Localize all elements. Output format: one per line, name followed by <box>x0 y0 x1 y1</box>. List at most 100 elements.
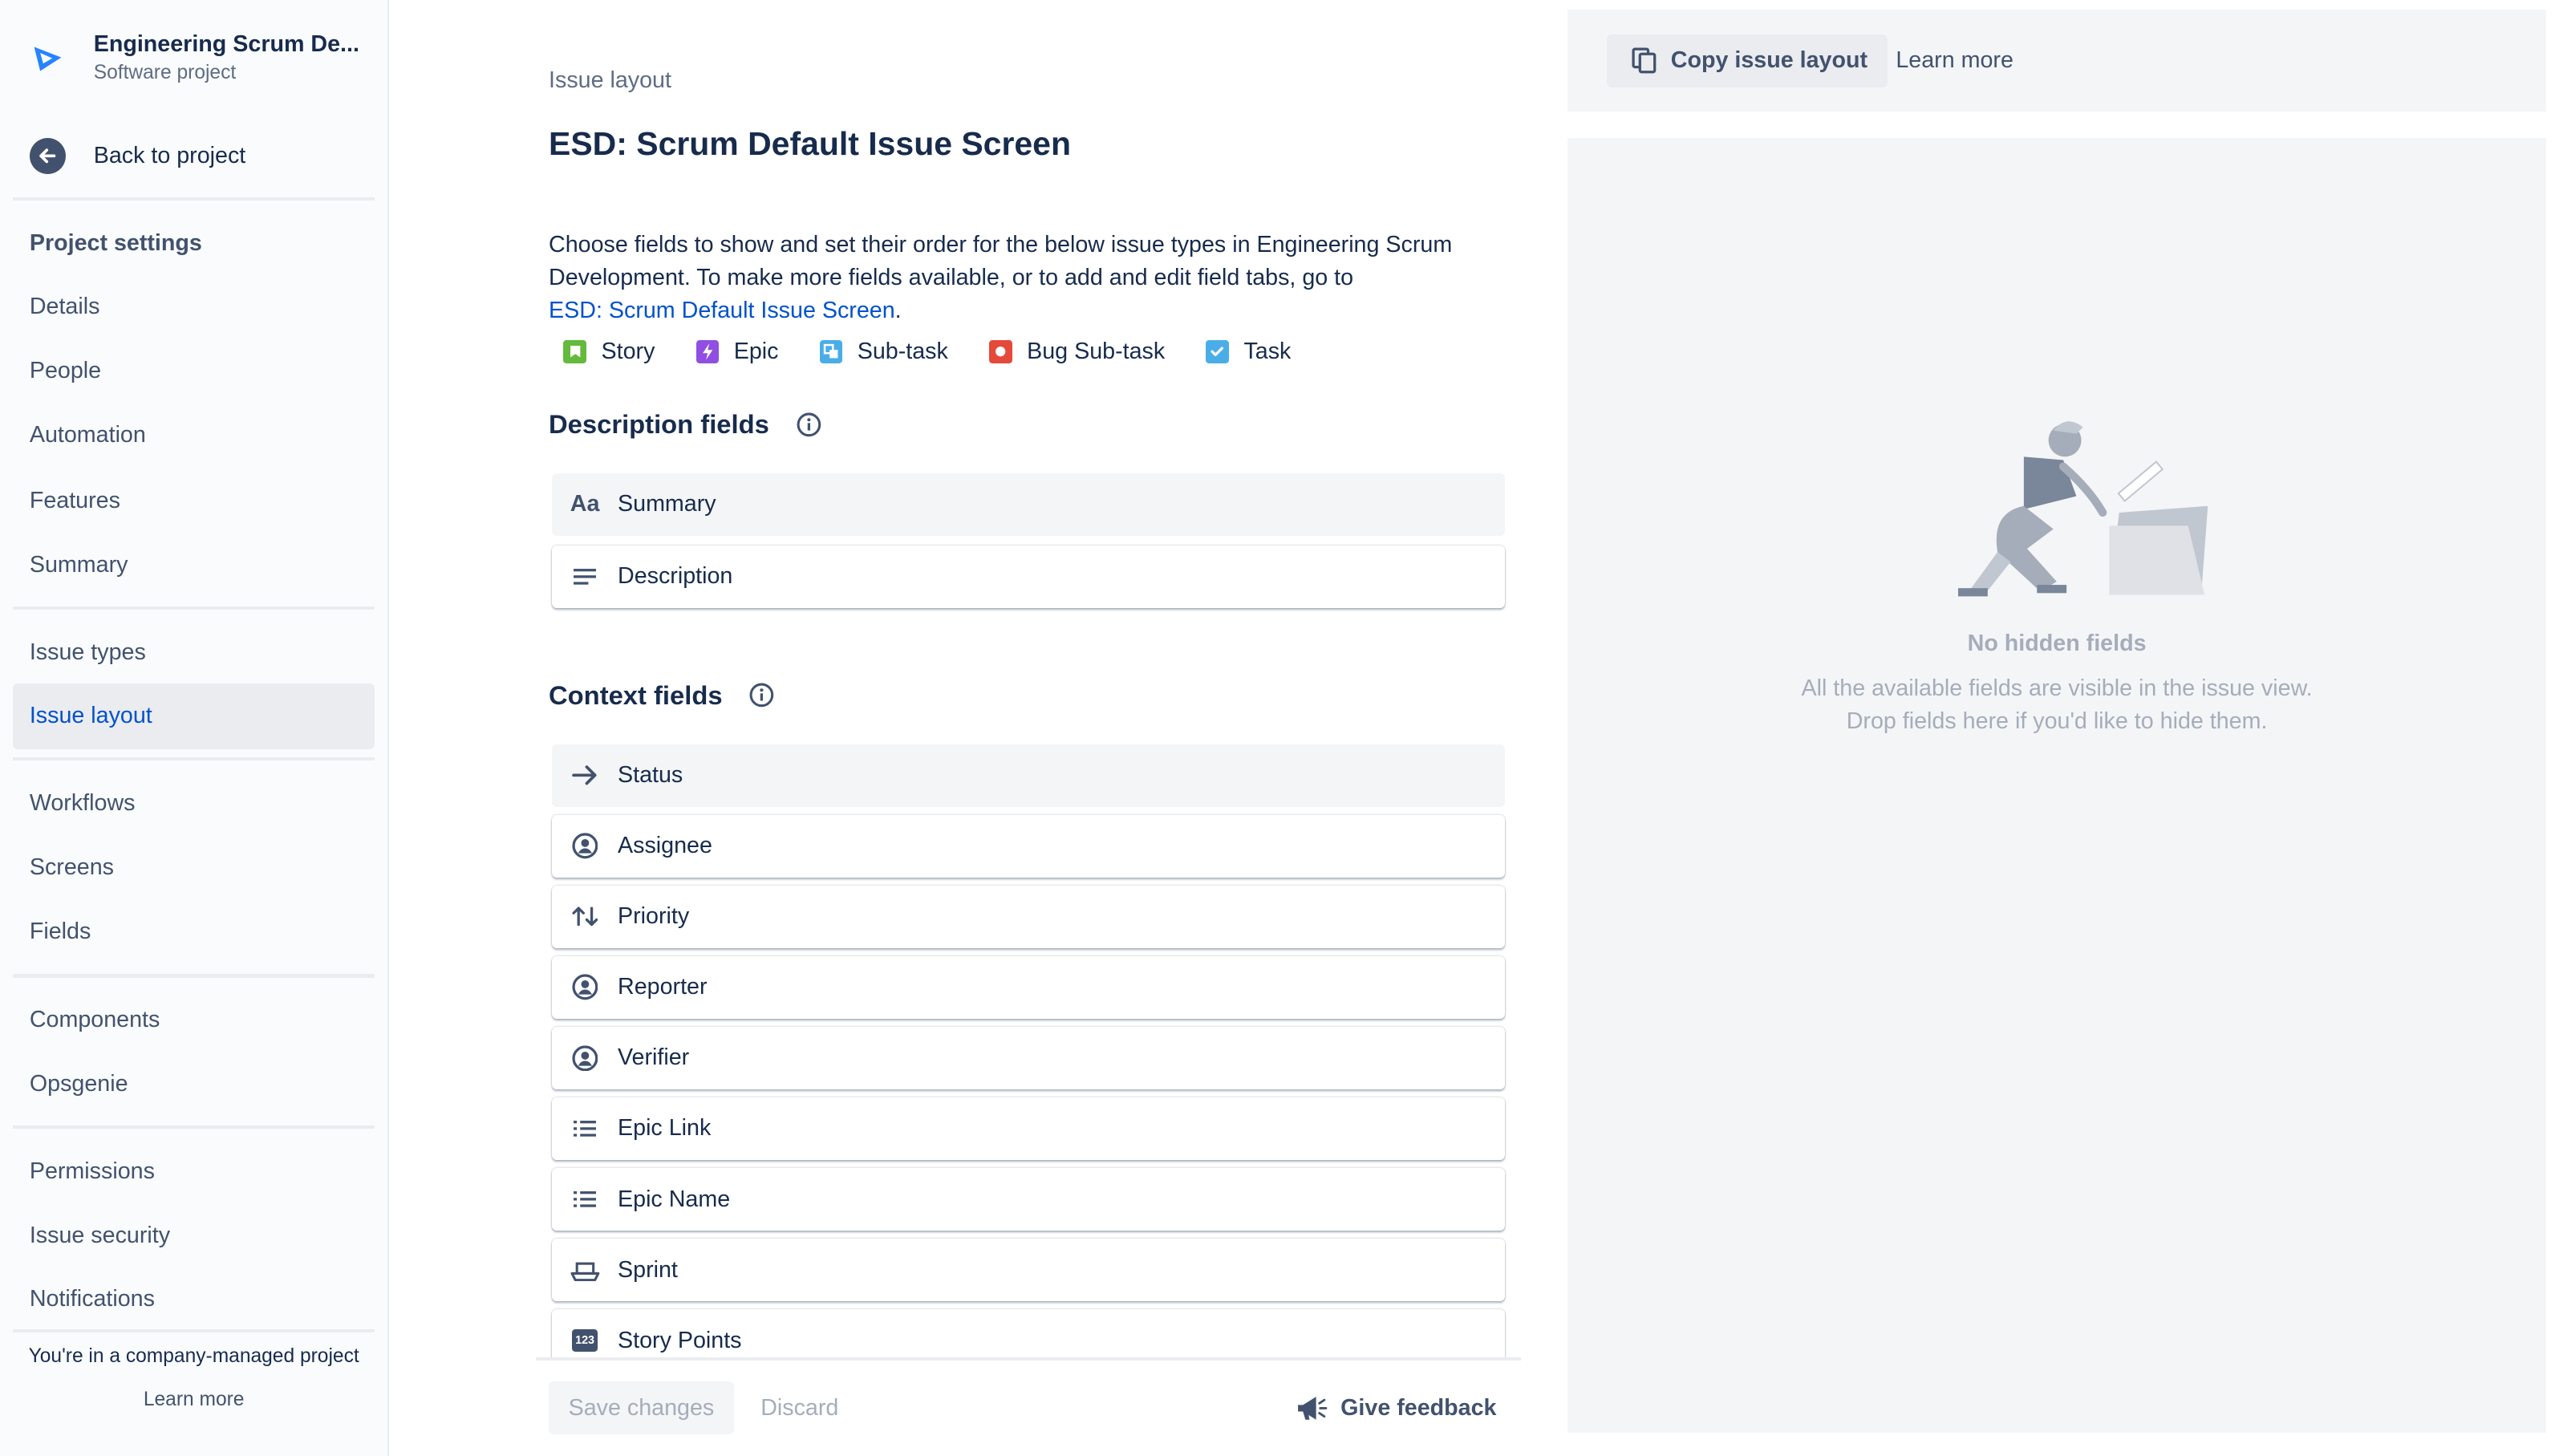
screen-link[interactable]: ESD: Scrum Default Issue Screen <box>549 298 895 323</box>
field-sprint[interactable]: Sprint <box>552 1239 1505 1301</box>
issue-type-label: Bug Sub-task <box>1027 338 1166 364</box>
field-label: Summary <box>618 491 716 517</box>
sidebar-divider <box>13 1328 375 1332</box>
project-type: Software project <box>93 61 237 83</box>
copy-issue-layout-button[interactable]: Copy issue layout <box>1606 34 1888 87</box>
field-summary[interactable]: Aa Summary <box>552 472 1505 536</box>
save-changes-button[interactable]: Save changes <box>549 1381 734 1434</box>
sidebar-item-fields[interactable]: Fields <box>13 898 375 964</box>
description-fields-heading: Description fields <box>549 409 821 440</box>
field-label: Story Points <box>618 1327 742 1353</box>
field-assignee[interactable]: Assignee <box>552 814 1505 878</box>
list-icon <box>570 1114 600 1144</box>
back-label: Back to project <box>93 143 246 169</box>
empty-state-line: Drop fields here if you'd like to hide t… <box>1846 708 2268 734</box>
field-label: Description <box>618 563 733 590</box>
sprint-icon <box>570 1255 600 1285</box>
sidebar-item-issue-types[interactable]: Issue types <box>13 619 375 685</box>
sidebar-item-screens[interactable]: Screens <box>13 834 375 900</box>
sidebar-divider <box>13 757 375 761</box>
empty-state-line: All the available fields are visible in … <box>1801 675 2313 701</box>
field-label: Priority <box>618 903 690 930</box>
sidebar-item-people[interactable]: People <box>13 339 375 404</box>
context-field-list[interactable]: Status Assignee Priority Reporter Verifi… <box>549 740 1535 1357</box>
issue-type-epic: Epic <box>681 339 778 365</box>
discard-button[interactable]: Discard <box>760 1381 838 1434</box>
learn-more-link[interactable]: Learn more <box>1896 34 2013 87</box>
arrow-right-icon <box>570 760 600 790</box>
person-icon <box>570 831 600 861</box>
field-epic-name[interactable]: Epic Name <box>552 1168 1505 1231</box>
sidebar-divider <box>13 1125 375 1129</box>
copy-icon <box>1632 47 1656 74</box>
back-to-project-link[interactable]: Back to project <box>29 135 246 177</box>
sidebar-item-automation[interactable]: Automation <box>13 403 375 468</box>
issue-type-label: Sub-task <box>857 338 948 364</box>
subtask-icon <box>819 340 843 363</box>
issue-type-label: Epic <box>733 338 779 364</box>
sidebar-item-components[interactable]: Components <box>13 988 375 1053</box>
field-status[interactable]: Status <box>552 744 1505 807</box>
issue-type-list: Story Epic Sub-task Bug Sub-task Task <box>549 339 1317 365</box>
sidebar-divider <box>13 606 375 610</box>
sidebar-item-notifications[interactable]: Notifications <box>13 1267 375 1332</box>
field-reporter[interactable]: Reporter <box>552 955 1505 1019</box>
description-text: Choose fields to show and set their orde… <box>549 231 1453 290</box>
sidebar-item-issue-security[interactable]: Issue security <box>13 1203 375 1268</box>
issue-type-subtask: Sub-task <box>805 339 948 365</box>
arrow-left-icon <box>29 138 66 175</box>
empty-state-illustration <box>1958 421 2208 597</box>
give-feedback-button[interactable]: Give feedback <box>1295 1381 1497 1434</box>
field-story-points[interactable]: 123 Story Points <box>552 1309 1505 1357</box>
company-managed-note: You're in a company-managed project <box>28 1345 359 1368</box>
issue-type-story: Story <box>549 339 655 365</box>
hidden-fields-dropzone[interactable]: No hidden fields All the available field… <box>1567 138 2547 1433</box>
description-end: . <box>894 297 902 323</box>
sidebar-item-opsgenie[interactable]: Opsgenie <box>13 1052 375 1117</box>
project-header[interactable]: Engineering Scrum De... Software project <box>30 30 359 87</box>
field-label: Epic Link <box>618 1115 712 1142</box>
sidebar-item-issue-layout[interactable]: Issue layout <box>13 683 375 749</box>
copy-label: Copy issue layout <box>1670 47 1868 74</box>
field-verifier[interactable]: Verifier <box>552 1026 1505 1089</box>
story-icon <box>563 340 587 363</box>
sidebar-item-permissions[interactable]: Permissions <box>13 1138 375 1204</box>
megaphone-icon <box>1297 1396 1328 1420</box>
project-logo-icon <box>34 47 62 71</box>
section-title: Context fields <box>549 679 723 710</box>
sidebar-item-features[interactable]: Features <box>13 468 375 534</box>
field-label: Reporter <box>618 974 708 1000</box>
field-label: Status <box>618 762 683 789</box>
section-title: Description fields <box>549 408 769 439</box>
priority-arrows-icon <box>570 902 600 931</box>
text-icon: Aa <box>570 491 600 517</box>
footer-divider <box>535 1357 1522 1361</box>
empty-state-text: All the available fields are visible in … <box>1567 672 2547 738</box>
field-label: Epic Name <box>618 1186 731 1212</box>
number-icon: 123 <box>570 1326 600 1356</box>
sidebar-item-workflows[interactable]: Workflows <box>13 771 375 837</box>
right-panel-toolbar: Copy issue layout Learn more <box>1567 10 2547 112</box>
sidebar-item-summary[interactable]: Summary <box>13 533 375 598</box>
info-icon[interactable] <box>748 682 775 708</box>
field-label: Assignee <box>618 833 712 859</box>
info-icon[interactable] <box>796 412 822 438</box>
person-icon <box>570 972 600 1002</box>
task-icon <box>1206 340 1230 363</box>
field-epic-link[interactable]: Epic Link <box>552 1097 1505 1160</box>
app-root: Engineering Scrum De... Software project… <box>0 0 2563 1456</box>
sidebar-divider <box>13 974 375 978</box>
sidebar-item-details[interactable]: Details <box>13 274 375 340</box>
company-managed-learn-more-link[interactable]: Learn more <box>0 1389 387 1411</box>
person-icon <box>570 1043 600 1073</box>
field-description[interactable]: Description <box>552 545 1505 608</box>
breadcrumb[interactable]: Issue layout <box>549 67 671 94</box>
feedback-label: Give feedback <box>1340 1394 1497 1421</box>
sidebar-divider <box>13 197 375 201</box>
empty-state-title: No hidden fields <box>1967 631 2147 657</box>
paragraph-icon <box>570 562 600 591</box>
field-priority[interactable]: Priority <box>552 885 1505 948</box>
number-glyph: 123 <box>571 1328 598 1353</box>
issue-type-label: Task <box>1243 338 1292 364</box>
sidebar-section-title: Project settings <box>29 229 202 256</box>
